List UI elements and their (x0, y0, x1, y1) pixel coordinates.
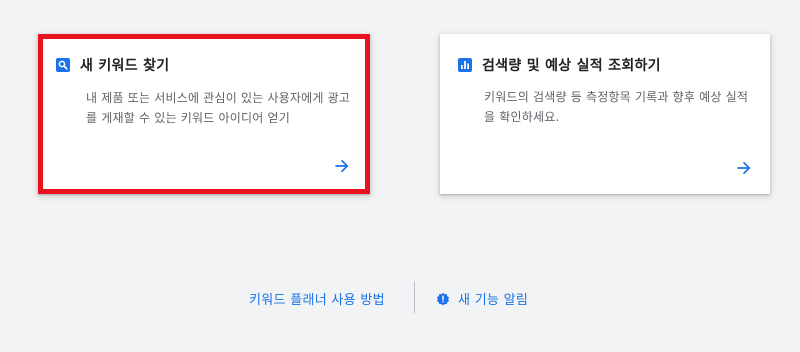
card-description-line: 을 확인하세요. (484, 110, 560, 124)
card-description: 내 제품 또는 서비스에 관심이 있는 사용자에게 광고 를 게재할 수 있는 … (86, 88, 366, 128)
new-features-label: 새 기능 알림 (458, 293, 529, 308)
arrow-right-icon[interactable] (735, 159, 753, 177)
card-description-line: 를 게재할 수 있는 키워드 아이디어 얻기 (86, 111, 290, 125)
card-description-line: 내 제품 또는 서비스에 관심이 있는 사용자에게 광고 (86, 91, 351, 105)
new-features-link[interactable]: 새 기능 알림 (436, 289, 528, 308)
discover-new-keywords-card[interactable]: 새 키워드 찾기 내 제품 또는 서비스에 관심이 있는 사용자에게 광고 를 … (38, 34, 370, 194)
bar-chart-icon (458, 58, 472, 72)
how-to-use-keyword-planner-link[interactable]: 키워드 플래너 사용 방법 (249, 289, 385, 308)
footer-divider (414, 281, 415, 313)
arrow-right-icon[interactable] (333, 157, 351, 175)
search-icon (56, 58, 70, 72)
footer-links: 키워드 플래너 사용 방법 새 기능 알림 (0, 281, 800, 315)
card-title: 새 키워드 찾기 (80, 58, 170, 74)
badge-icon (437, 292, 449, 305)
card-title: 검색량 및 예상 실적 조회하기 (482, 58, 661, 74)
card-header: 검색량 및 예상 실적 조회하기 (458, 55, 661, 75)
card-header: 새 키워드 찾기 (56, 55, 169, 75)
card-description-line: 키워드의 검색량 등 측정항목 기록과 향후 예상 실적 (484, 90, 749, 104)
get-search-volume-forecasts-card[interactable]: 검색량 및 예상 실적 조회하기 키워드의 검색량 등 측정항목 기록과 향후 … (440, 34, 770, 194)
card-description: 키워드의 검색량 등 측정항목 기록과 향후 예상 실적 을 확인하세요. (484, 87, 764, 127)
